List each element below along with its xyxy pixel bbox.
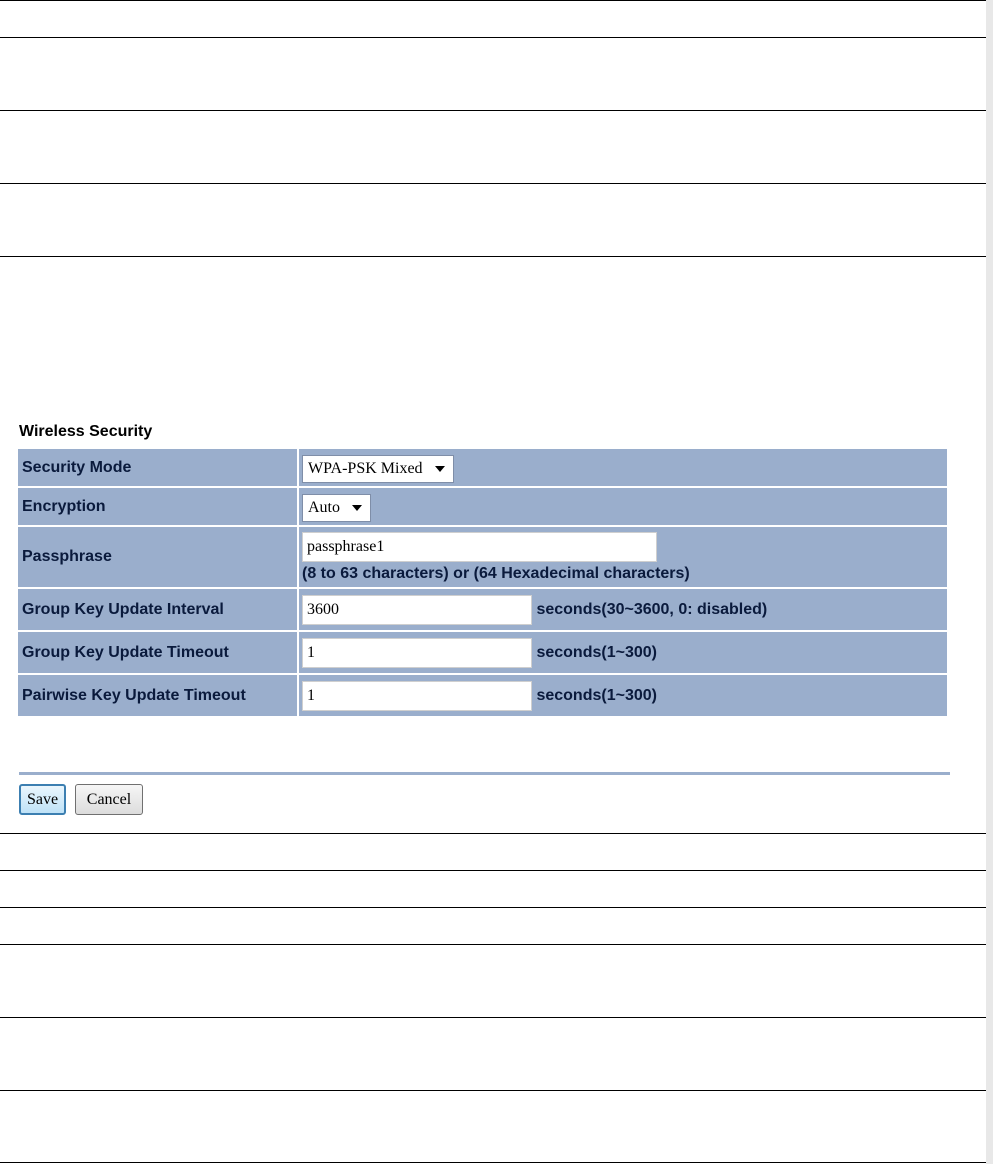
table-rule — [0, 256, 993, 257]
group-key-update-interval-hint: seconds(30~3600, 0: disabled) — [536, 600, 768, 618]
encryption-label: Encryption — [18, 488, 297, 525]
table-rule — [0, 1017, 993, 1018]
group-key-update-timeout-row: Group Key Update Timeout seconds(1~300) — [18, 632, 947, 673]
section-title: Wireless Security — [19, 423, 153, 440]
table-rule-top — [0, 0, 993, 1]
table-rule — [0, 183, 993, 184]
passphrase-label: Passphrase — [18, 527, 297, 587]
passphrase-hint: (8 to 63 characters) or (64 Hexadecimal … — [302, 565, 690, 582]
table-rule — [0, 37, 993, 38]
pairwise-key-update-timeout-input[interactable] — [302, 680, 532, 711]
security-mode-select[interactable]: WPA-PSK Mixed — [302, 454, 454, 483]
pairwise-key-update-timeout-row: Pairwise Key Update Timeout seconds(1~30… — [18, 675, 947, 716]
page-edge-shadow — [986, 0, 993, 1164]
table-rule — [0, 833, 993, 834]
pairwise-key-update-timeout-cell: seconds(1~300) — [299, 675, 947, 716]
cancel-button[interactable]: Cancel — [75, 784, 143, 815]
group-key-update-interval-row: Group Key Update Interval seconds(30~360… — [18, 589, 947, 630]
table-rule — [0, 907, 993, 908]
security-mode-row: Security Mode WPA-PSK Mixed — [18, 449, 947, 486]
table-rule — [0, 1090, 993, 1091]
chevron-down-icon[interactable] — [434, 465, 445, 472]
pairwise-key-update-timeout-hint: seconds(1~300) — [536, 686, 657, 704]
table-rule-bottom — [0, 1162, 993, 1163]
group-key-update-interval-input[interactable] — [302, 594, 532, 625]
encryption-row: Encryption Auto — [18, 488, 947, 525]
group-key-update-timeout-cell: seconds(1~300) — [299, 632, 947, 673]
encryption-select[interactable]: Auto — [302, 493, 371, 522]
group-key-update-timeout-input[interactable] — [302, 637, 532, 668]
table-rule — [0, 870, 993, 871]
passphrase-cell: (8 to 63 characters) or (64 Hexadecimal … — [299, 527, 947, 587]
save-button[interactable]: Save — [19, 784, 66, 815]
passphrase-input[interactable] — [302, 532, 657, 562]
security-mode-cell: WPA-PSK Mixed — [299, 449, 947, 486]
encryption-selected-value: Auto — [308, 498, 340, 516]
chevron-down-icon[interactable] — [352, 504, 362, 511]
table-rule — [0, 110, 993, 111]
passphrase-row: Passphrase (8 to 63 characters) or (64 H… — [18, 527, 947, 587]
group-key-update-interval-label: Group Key Update Interval — [18, 589, 297, 630]
encryption-cell: Auto — [299, 488, 947, 525]
divider — [19, 772, 950, 775]
group-key-update-timeout-hint: seconds(1~300) — [536, 643, 657, 661]
group-key-update-interval-cell: seconds(30~3600, 0: disabled) — [299, 589, 947, 630]
table-rule — [0, 944, 993, 945]
security-mode-label: Security Mode — [18, 449, 297, 486]
security-mode-selected-value: WPA-PSK Mixed — [308, 459, 423, 477]
wireless-security-table: Security Mode WPA-PSK Mixed Encryption A… — [16, 447, 949, 718]
group-key-update-timeout-label: Group Key Update Timeout — [18, 632, 297, 673]
pairwise-key-update-timeout-label: Pairwise Key Update Timeout — [18, 675, 297, 716]
